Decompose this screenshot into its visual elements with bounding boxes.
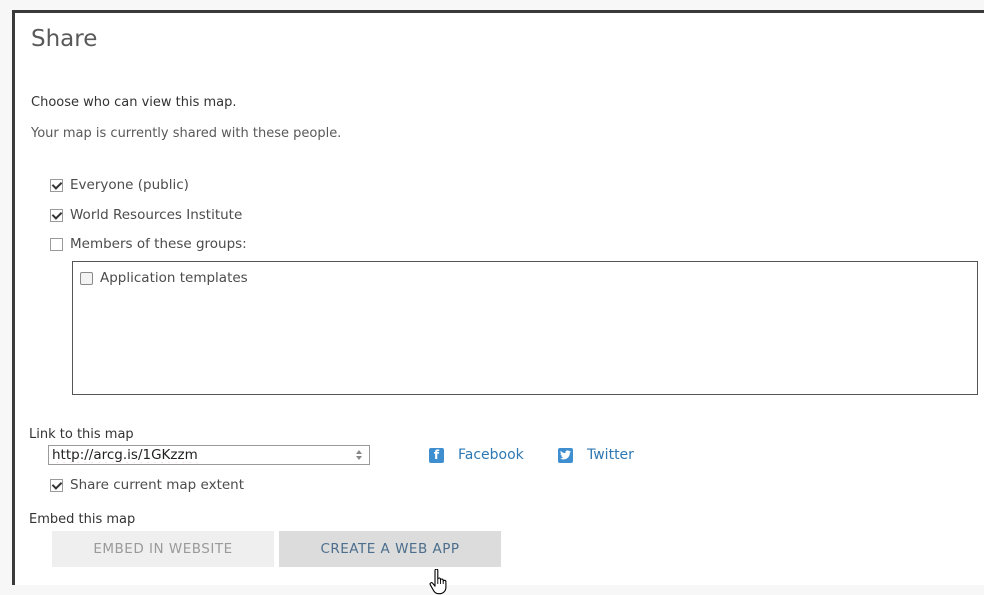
facebook-icon: f: [429, 447, 444, 463]
share-extent-label: Share current map extent: [70, 477, 245, 493]
who-can-view-heading: Choose who can view this map.: [31, 95, 237, 110]
share-option-organization[interactable]: World Resources Institute: [50, 207, 242, 223]
share-extent-checkbox[interactable]: [50, 478, 63, 492]
share-option-groups[interactable]: Members of these groups:: [50, 236, 247, 252]
groups-label: Members of these groups:: [70, 236, 247, 252]
embed-map-label: Embed this map: [29, 512, 136, 527]
link-to-map-label: Link to this map: [29, 427, 134, 442]
everyone-label: Everyone (public): [70, 177, 189, 193]
share-extent-option[interactable]: Share current map extent: [50, 477, 244, 493]
url-spinner-icon[interactable]: [354, 448, 363, 462]
organization-label: World Resources Institute: [70, 207, 243, 223]
group-item-application-templates[interactable]: Application templates: [80, 270, 248, 286]
facebook-label: Facebook: [458, 447, 524, 463]
map-url-input[interactable]: [49, 447, 345, 463]
dialog-title: Share: [31, 26, 98, 52]
twitter-link[interactable]: Twitter: [558, 447, 634, 463]
groups-checkbox[interactable]: [50, 237, 63, 251]
map-url-field[interactable]: [48, 445, 370, 465]
share-option-everyone[interactable]: Everyone (public): [50, 177, 189, 193]
twitter-label: Twitter: [587, 447, 634, 463]
hand-cursor-icon: [429, 569, 447, 595]
facebook-link[interactable]: f Facebook: [429, 447, 524, 463]
application-templates-label: Application templates: [100, 270, 248, 286]
groups-list: Application templates: [72, 261, 978, 395]
application-templates-checkbox[interactable]: [80, 271, 93, 285]
twitter-icon: [558, 447, 573, 463]
shared-with-description: Your map is currently shared with these …: [31, 126, 342, 141]
share-dialog: Share Choose who can view this map. Your…: [12, 10, 984, 595]
organization-checkbox[interactable]: [50, 208, 63, 222]
embed-in-website-button[interactable]: EMBED IN WEBSITE: [52, 531, 274, 567]
create-web-app-button[interactable]: CREATE A WEB APP: [279, 531, 501, 567]
everyone-checkbox[interactable]: [50, 178, 63, 192]
